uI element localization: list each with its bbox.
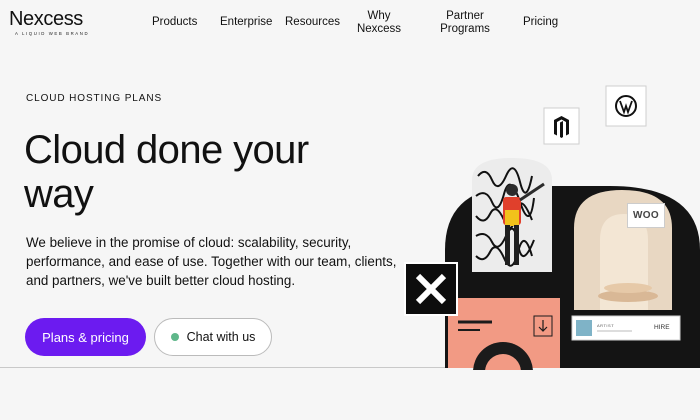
nav-why-line1: Why (367, 10, 391, 22)
hero-title: Cloud done your way (24, 128, 309, 216)
site-header: Nexcess A LIQUID WEB BRAND Products Ente… (0, 0, 700, 44)
nav-partner-line2: Programs (440, 23, 490, 35)
logo-wordmark: Nexcess (9, 8, 83, 30)
nexcess-logo[interactable]: Nexcess A LIQUID WEB BRAND (9, 9, 89, 36)
wordpress-icon (605, 85, 647, 127)
logo-tagline: A LIQUID WEB BRAND (15, 31, 90, 36)
plans-pricing-button[interactable]: Plans & pricing (25, 318, 146, 356)
artist-card-label: ARTIST (597, 323, 615, 328)
chat-with-us-button[interactable]: Chat with us (154, 318, 272, 356)
woocommerce-icon: WOO (627, 203, 665, 228)
hero-description: We believe in the promise of cloud: scal… (26, 235, 397, 288)
nav-resources[interactable]: Resources (285, 16, 340, 29)
x-icon (404, 262, 458, 316)
nav-products[interactable]: Products (152, 16, 197, 29)
nav-why-nexcess[interactable]: Why Nexcess (355, 10, 403, 36)
magento-icon (543, 107, 580, 145)
hire-label: HIRE (654, 324, 670, 331)
hero-eyebrow: CLOUD HOSTING PLANS (26, 93, 163, 104)
nav-enterprise[interactable]: Enterprise (220, 16, 272, 29)
nav-pricing[interactable]: Pricing (523, 16, 558, 29)
chat-button-label: Chat with us (186, 330, 256, 344)
nav-partner-line1: Partner (446, 10, 484, 22)
nav-partner-programs[interactable]: Partner Programs (436, 10, 494, 36)
nav-why-line2: Nexcess (356, 23, 402, 35)
chat-status-dot (170, 333, 179, 341)
